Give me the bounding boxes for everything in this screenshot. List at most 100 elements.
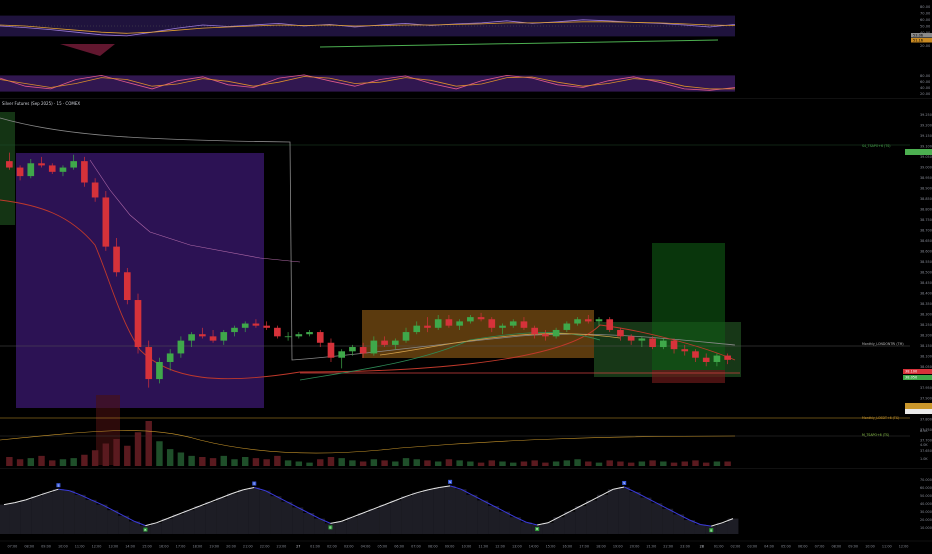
volume-bar <box>520 461 528 466</box>
symbol-title: Silver Futures (Sep 2025) · 15 · COMEX <box>2 101 81 106</box>
volume-bar <box>6 457 13 466</box>
x-axis-tick: 12:00 <box>92 545 102 549</box>
candle-body <box>70 161 78 168</box>
volume-y-tick: 4.0K <box>920 443 928 447</box>
momentum-fill <box>118 515 130 534</box>
momentum-fill <box>596 494 608 534</box>
rsi-value-label: 53.06 <box>913 34 923 38</box>
volume-bar <box>295 461 303 466</box>
candle-body <box>156 361 163 380</box>
price-y-tick: 38.350 <box>920 302 932 306</box>
x-axis-tick: 15:00 <box>142 545 152 549</box>
x-axis-tick: 07:00 <box>815 545 825 549</box>
candle-body <box>391 340 399 345</box>
momentum-fill <box>270 496 282 534</box>
volume-bar <box>327 457 335 466</box>
momentum-fill <box>20 499 32 534</box>
price-y-tick: 38.700 <box>920 229 932 233</box>
x-axis-tick: 27 <box>296 545 300 549</box>
candle-body <box>48 165 56 172</box>
momentum-fill <box>335 521 347 534</box>
momentum-fill <box>357 513 369 534</box>
candle-body <box>456 321 463 326</box>
volume-bar <box>16 459 24 466</box>
volume-bar <box>702 462 710 466</box>
volume-bar <box>445 459 453 466</box>
candle-body <box>467 317 474 322</box>
rsi-y-tick: 60.00 <box>920 18 931 22</box>
price-y-tick: 38.550 <box>920 260 932 264</box>
candle-body <box>16 167 24 177</box>
momentum-y-tick: 60.000 <box>920 486 932 490</box>
momentum-fill <box>629 492 641 534</box>
volume-bar <box>124 445 131 466</box>
momentum-fill <box>346 517 358 534</box>
volume-bar <box>241 457 249 466</box>
momentum-marker-label: S <box>253 482 255 486</box>
x-axis-tick: 23:00 <box>277 545 287 549</box>
price-y-tick: 37.700 <box>920 439 932 443</box>
x-axis-tick: 07:00 <box>411 545 421 549</box>
candle-body <box>434 319 442 328</box>
x-axis-tick: 03:00 <box>344 545 354 549</box>
x-axis-tick: 03:00 <box>747 545 757 549</box>
volume-bar <box>542 462 549 466</box>
x-axis-tick: 23:00 <box>680 545 690 549</box>
momentum-fill <box>662 508 674 534</box>
volume-bar <box>27 458 35 466</box>
volume-bar <box>692 460 699 466</box>
momentum-fill <box>303 513 315 534</box>
price-y-tick: 38.650 <box>920 239 932 243</box>
volume-bar <box>627 462 635 466</box>
momentum-fill <box>368 508 380 534</box>
level-annotation: S4_TSAPO+6 (TS) <box>862 144 890 148</box>
momentum-fill <box>85 499 97 534</box>
volume-bar <box>563 460 571 466</box>
volume-bar <box>59 459 67 466</box>
x-axis-tick: 21:00 <box>646 545 656 549</box>
x-axis-tick: 22:00 <box>260 545 270 549</box>
volume-bar <box>102 443 110 466</box>
momentum-y-tick: 20.000 <box>920 518 932 522</box>
x-axis-tick: 08:00 <box>428 545 438 549</box>
momentum-fill <box>216 497 228 534</box>
volume-bar <box>49 460 56 466</box>
candle-body <box>520 321 528 328</box>
momentum-fill <box>586 500 597 534</box>
x-axis-tick: 09:00 <box>41 545 51 549</box>
momentum-fill <box>259 490 271 534</box>
candle-body <box>316 332 324 343</box>
momentum-marker-label: S <box>57 483 59 487</box>
volume-bar <box>499 461 506 466</box>
volume-bar <box>381 460 388 466</box>
momentum-fill <box>314 518 325 534</box>
long-position-target <box>652 243 725 370</box>
volume-bar <box>359 461 367 466</box>
momentum-fill <box>194 506 206 534</box>
candle-body <box>199 334 206 337</box>
candle-body <box>542 334 549 337</box>
momentum-fill <box>542 522 554 534</box>
volume-bar <box>70 458 77 466</box>
candle-body <box>552 329 560 337</box>
price-y-tick: 38.950 <box>920 176 932 180</box>
volume-bar <box>134 432 142 466</box>
momentum-y-tick: 10.000 <box>920 526 932 530</box>
momentum-fill <box>172 514 184 534</box>
momentum-y-tick: 40.000 <box>920 502 932 506</box>
price-y-tick: 38.500 <box>920 271 932 275</box>
trading-chart[interactable]: 80.0070.0060.0050.0040.0030.0020.0053.06… <box>0 0 932 550</box>
candle-body <box>91 182 99 198</box>
x-axis-tick: 02:00 <box>327 545 337 549</box>
momentum-fill <box>390 500 402 534</box>
momentum-fill <box>248 487 260 534</box>
momentum-marker-label: B <box>144 528 146 532</box>
momentum-fill <box>477 500 489 534</box>
momentum-fill <box>651 503 663 534</box>
price-y-tick: 39.250 <box>920 113 932 117</box>
chart-svg[interactable]: 80.0070.0060.0050.0040.0030.0020.0053.06… <box>0 0 932 550</box>
candle-body <box>531 327 538 335</box>
level-annotation: Monthly_LONDONTRI (TM) <box>862 342 904 346</box>
momentum-marker-label: B <box>329 526 331 530</box>
candle-body <box>113 246 120 273</box>
